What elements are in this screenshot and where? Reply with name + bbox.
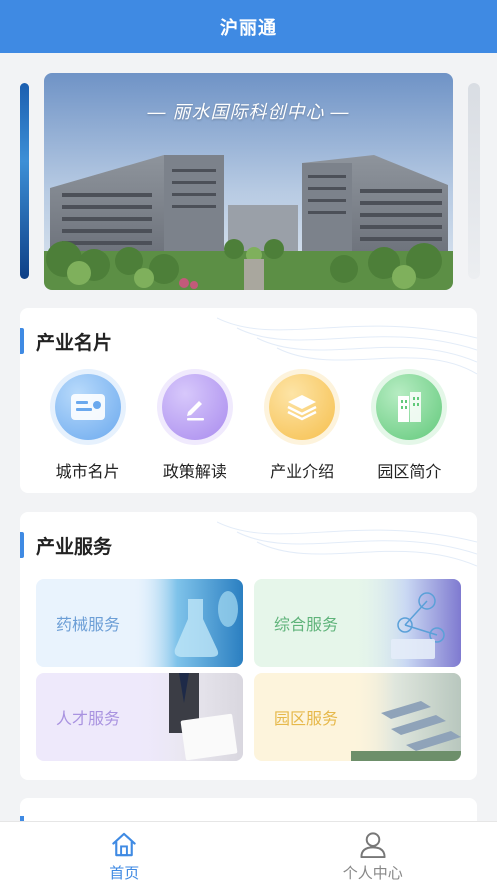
building-icon (376, 374, 443, 440)
edit-pen-icon (161, 374, 228, 440)
section-header: 产业名片 (20, 328, 112, 354)
user-icon (360, 832, 386, 859)
industry-cards-section: 产业名片 城市名片 政策解读 产业介绍 园区简介 (20, 308, 477, 493)
top-navbar: 沪丽通 (0, 0, 497, 53)
layers-icon (269, 374, 336, 440)
service-label: 园区服务 (274, 711, 339, 728)
app-title: 沪丽通 (220, 17, 277, 38)
tab-home[interactable]: 首页 (0, 822, 249, 883)
banner-next-slide[interactable] (468, 83, 480, 279)
industry-card-grid: 城市名片 政策解读 产业介绍 园区简介 (20, 374, 477, 482)
section-title: 产业名片 (36, 332, 113, 354)
lab-flask-image (133, 579, 243, 667)
entry-policy-reading[interactable]: 政策解读 (150, 374, 240, 482)
id-card-icon (54, 374, 121, 440)
service-label: 综合服务 (274, 617, 339, 634)
service-tile-general[interactable]: 综合服务 (254, 579, 461, 667)
home-icon (112, 832, 136, 857)
entry-label: 政策解读 (162, 464, 227, 481)
bottom-tabbar: 首页 个人中心 (0, 821, 497, 883)
entry-label: 园区简介 (377, 464, 442, 481)
entry-park-intro[interactable]: 园区简介 (364, 374, 454, 482)
tab-label: 首页 (109, 865, 140, 882)
entry-industry-intro[interactable]: 产业介绍 (257, 374, 347, 482)
banner-carousel[interactable]: — 丽水国际科创中心 — (0, 53, 497, 303)
entry-label: 城市名片 (55, 464, 120, 481)
business-person-image (133, 673, 243, 761)
tab-label: 个人中心 (342, 865, 403, 882)
service-tile-medical[interactable]: 药械服务 (36, 579, 243, 667)
service-label: 人才服务 (56, 711, 121, 728)
entry-city-card[interactable]: 城市名片 (43, 374, 133, 482)
industrial-park-image (351, 673, 461, 761)
network-tech-image (351, 579, 461, 667)
service-label: 药械服务 (56, 617, 121, 634)
section-accent-bar (20, 532, 24, 558)
banner-prev-slide[interactable] (20, 83, 29, 279)
section-title: 产业服务 (36, 536, 113, 558)
section-header: 产业服务 (20, 532, 112, 558)
banner-slide[interactable]: — 丽水国际科创中心 — (44, 73, 453, 290)
entry-label: 产业介绍 (270, 464, 335, 481)
industry-services-section: 产业服务 药械服务 综合服务 人才服务 园区服务 (20, 512, 477, 780)
service-tile-park[interactable]: 园区服务 (254, 673, 461, 761)
tab-personal-center[interactable]: 个人中心 (249, 822, 497, 883)
service-tile-talent[interactable]: 人才服务 (36, 673, 243, 761)
section-accent-bar (20, 328, 24, 354)
banner-caption: — 丽水国际科创中心 — (147, 102, 350, 122)
